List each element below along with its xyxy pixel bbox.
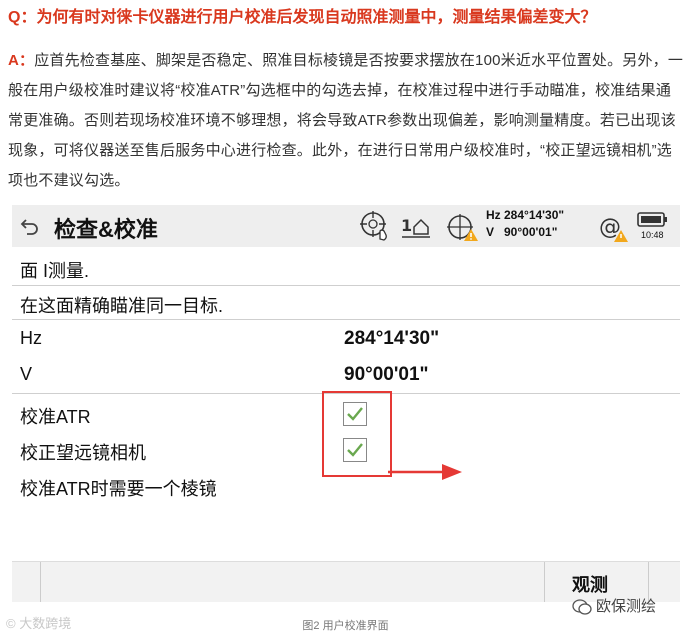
softkey-divider: [544, 562, 545, 602]
watermark-left-icon: ©: [6, 616, 16, 631]
clock-time: 10:48: [641, 230, 664, 240]
option-label: 校正望远镜相机: [20, 443, 146, 463]
note-text: 校准ATR时需要一个棱镜: [20, 479, 217, 499]
face-indicator-number: 1: [401, 216, 412, 235]
option-label: 校准ATR: [20, 407, 91, 427]
divider: [12, 285, 680, 286]
title-bar: 检查&校准 1 Hz 284°14'30" V 90°00'01" @ 10:4…: [12, 205, 680, 247]
divider: [12, 319, 680, 320]
answer-paragraph: A：应首先检查基座、脚架是否稳定、照准目标棱镜是否按要求摆放在100米近水平位置…: [8, 46, 686, 196]
hz-v-readout: Hz 284°14'30" V 90°00'01": [486, 208, 565, 239]
face-line-text: 面 I测量.: [20, 261, 90, 281]
wechat-icon: [572, 599, 592, 615]
question-text: Q：为何有时对徕卡仪器进行用户校准后发现自动照准测量中，测量结果偏差变大？: [8, 9, 597, 26]
v-label: V: [20, 364, 33, 384]
face-indicator-icon: 1: [401, 216, 430, 238]
screen-title: 检查&校准: [54, 217, 158, 242]
red-highlight-box: [322, 391, 392, 477]
target-warning-icon[interactable]: [444, 209, 480, 245]
hz-label: Hz: [20, 328, 42, 348]
answer-label: A：: [8, 52, 35, 69]
red-arrow-icon: [388, 464, 462, 480]
instruction-text: 在这面精确瞄准同一目标.: [20, 296, 223, 316]
watermark-right-text: 欧保测绘: [596, 598, 657, 615]
v-value: 90°00'01": [344, 364, 429, 385]
device-screen: 检查&校准 1 Hz 284°14'30" V 90°00'01" @ 10:4…: [12, 205, 680, 607]
softkey-divider: [40, 562, 41, 602]
measure-softkey[interactable]: 观测: [572, 571, 608, 597]
watermark-right: 欧保测绘: [572, 595, 656, 616]
watermark-left: © 大数跨境: [6, 613, 71, 632]
answer-text: 应首先检查基座、脚架是否稳定、照准目标棱镜是否按要求摆放在100米近水平位置处。…: [8, 52, 684, 189]
crosshair-hand-icon[interactable]: [358, 209, 392, 243]
at-warning-icon[interactable]: @: [598, 211, 630, 243]
hz-value: 284°14'30": [344, 328, 440, 349]
back-arrow-icon[interactable]: [18, 214, 42, 238]
figure-caption: 图2 用户校准界面: [302, 620, 389, 632]
watermark-left-text: 大数跨境: [19, 616, 72, 631]
